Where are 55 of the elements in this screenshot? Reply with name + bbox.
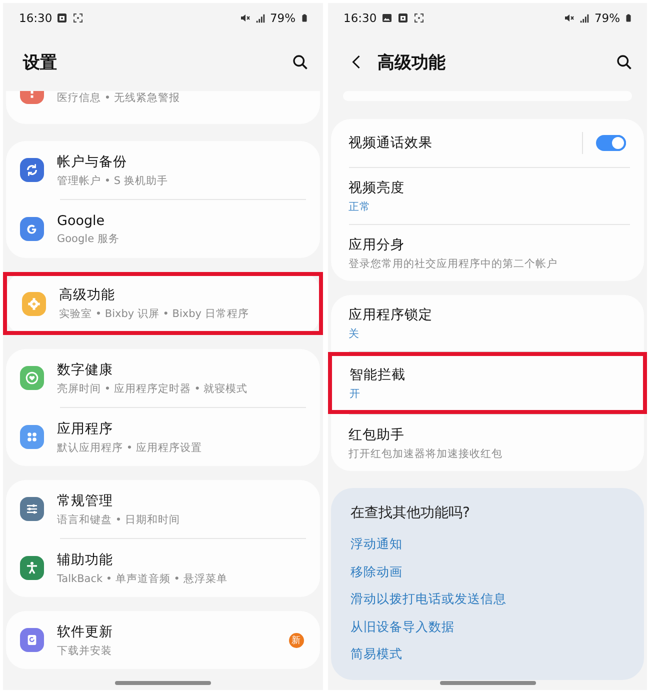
suggestion-link[interactable]: 浮动通知 — [350, 530, 624, 558]
toggle-switch[interactable] — [596, 135, 626, 151]
item-title[interactable]: 应用分身 — [348, 236, 626, 254]
status-time: 16:30 — [19, 11, 52, 25]
signal-icon — [579, 12, 590, 24]
item-subtitle: 语言和键盘 • 日期和时间 — [57, 512, 181, 526]
battery-percent: 79% — [594, 11, 620, 25]
square-icon — [396, 12, 409, 24]
image-icon — [380, 12, 393, 24]
item-value: 开 — [350, 386, 362, 400]
screenshot-icon — [412, 12, 425, 24]
item-title[interactable]: 高级功能 — [59, 286, 302, 304]
item-subtitle: 下载并安装 — [57, 644, 113, 658]
item-title[interactable]: 红包助手 — [348, 426, 626, 444]
item-title[interactable]: 视频亮度 — [348, 178, 626, 196]
item-subtitle: 默认应用程序 • 应用程序设置 — [57, 440, 203, 454]
status-time: 16:30 — [344, 11, 377, 25]
battery-icon — [300, 12, 308, 24]
item-title[interactable]: 常规管理 — [57, 492, 304, 510]
item-value: 关 — [348, 326, 360, 340]
item-title[interactable]: 智能拦截 — [350, 366, 625, 384]
item-subtitle: 登录您常用的社交应用程序中的第二个帐户 — [348, 256, 558, 270]
search-icon[interactable] — [615, 53, 633, 71]
square-icon — [56, 12, 68, 24]
battery-icon — [624, 12, 633, 24]
item-subtitle: 医疗信息 • 无线紧急警报 — [57, 91, 181, 105]
item-title[interactable]: 数字健康 — [57, 360, 304, 378]
item-title[interactable]: 视频通话效果 — [348, 134, 569, 152]
item-subtitle: 实验室 • Bixby 识屏 • Bixby 日常程序 — [59, 307, 250, 321]
item-value: 正常 — [348, 200, 372, 214]
signal-icon — [254, 12, 266, 24]
item-subtitle: 亮屏时间 • 应用程序定时器 • 就寝模式 — [57, 382, 249, 396]
battery-percent: 79% — [270, 11, 296, 25]
item-title[interactable]: Google — [57, 212, 304, 228]
item-title[interactable]: 软件更新 — [57, 622, 276, 640]
mute-icon — [563, 12, 576, 24]
item-subtitle: 打开红包加速器将加速接收红包 — [348, 446, 504, 460]
suggestion-link[interactable]: 滑动以拨打电话或发送信息 — [350, 585, 624, 612]
item-title[interactable]: 帐户与备份 — [57, 152, 304, 170]
suggestions-heading: 在查找其他功能吗? — [350, 504, 471, 522]
suggestion-link[interactable]: 从旧设备导入数据 — [350, 612, 624, 640]
new-badge: 新 — [288, 632, 304, 648]
item-subtitle: 管理帐户 • S 换机助手 — [57, 174, 169, 188]
item-subtitle: Google 服务 — [57, 232, 120, 246]
mute-icon — [238, 12, 251, 24]
suggestion-link[interactable]: 移除动画 — [350, 558, 624, 585]
search-icon[interactable] — [290, 53, 308, 71]
item-title[interactable]: 辅助功能 — [57, 550, 304, 568]
item-title[interactable]: 应用程序锁定 — [348, 306, 626, 324]
item-title[interactable]: 应用程序 — [57, 420, 304, 438]
page-title: 设置 — [23, 52, 57, 74]
page-title: 高级功能 — [378, 52, 446, 74]
screenshot-icon — [72, 12, 84, 24]
suggestion-link[interactable]: 简易模式 — [350, 640, 624, 668]
item-subtitle: TalkBack • 单声道音频 • 悬浮菜单 — [57, 572, 228, 586]
